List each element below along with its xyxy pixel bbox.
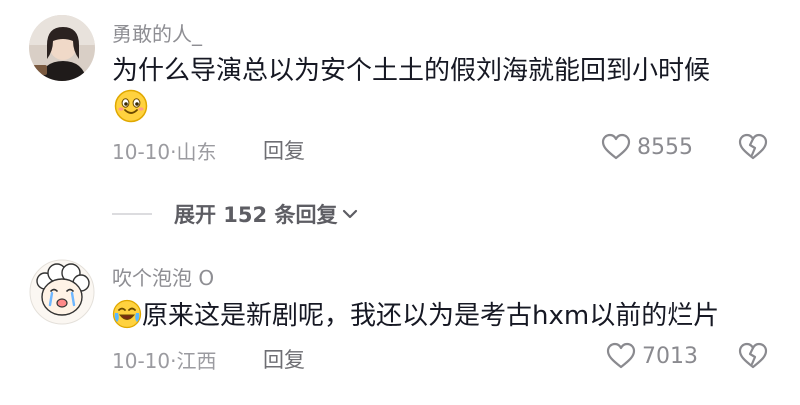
like-count: 7013	[642, 343, 698, 369]
heart-outline-icon	[606, 342, 636, 369]
crying-laughing-emoji-icon	[112, 299, 142, 329]
like-button[interactable]: 7013	[606, 342, 698, 370]
chevron-down-icon	[343, 209, 358, 219]
comment-meta: 10-10·山东	[112, 140, 217, 164]
avatar[interactable]	[29, 259, 95, 325]
avatar[interactable]	[29, 15, 95, 81]
expand-replies-label: 展开 152 条回复	[174, 203, 338, 227]
username[interactable]: 吹个泡泡 O	[112, 262, 214, 291]
smiling-face-emoji-icon	[114, 89, 148, 123]
comment-location: 江西	[176, 349, 217, 373]
divider	[112, 213, 152, 215]
dislike-button[interactable]	[738, 133, 768, 161]
reply-button[interactable]: 回复	[263, 344, 305, 374]
dislike-button[interactable]	[738, 342, 768, 370]
comment-text: 为什么导演总以为安个土土的假刘海就能回到小时候	[112, 56, 711, 86]
reply-button[interactable]: 回复	[263, 135, 305, 165]
username[interactable]: 勇敢的人_	[112, 18, 202, 47]
comment-location: 山东	[176, 140, 217, 164]
broken-heart-icon	[738, 342, 768, 369]
comment-body: 原来这是新剧呢，我还以为是考古hxm以前的烂片	[142, 301, 720, 331]
comment-text: 原来这是新剧呢，我还以为是考古hxm以前的烂片	[112, 299, 719, 333]
heart-outline-icon	[601, 133, 631, 160]
broken-heart-icon	[738, 133, 768, 160]
expand-replies-button[interactable]: 展开 152 条回复	[112, 199, 359, 229]
like-button[interactable]: 8555	[601, 133, 693, 161]
like-count: 8555	[637, 134, 693, 160]
comment-meta: 10-10·江西	[112, 349, 217, 373]
comment-section: 勇敢的人_ 为什么导演总以为安个土土的假刘海就能回到小时候 10-10·山东 回…	[0, 0, 800, 405]
comment-date: 10-10	[112, 140, 171, 164]
comment-date: 10-10	[112, 349, 171, 373]
